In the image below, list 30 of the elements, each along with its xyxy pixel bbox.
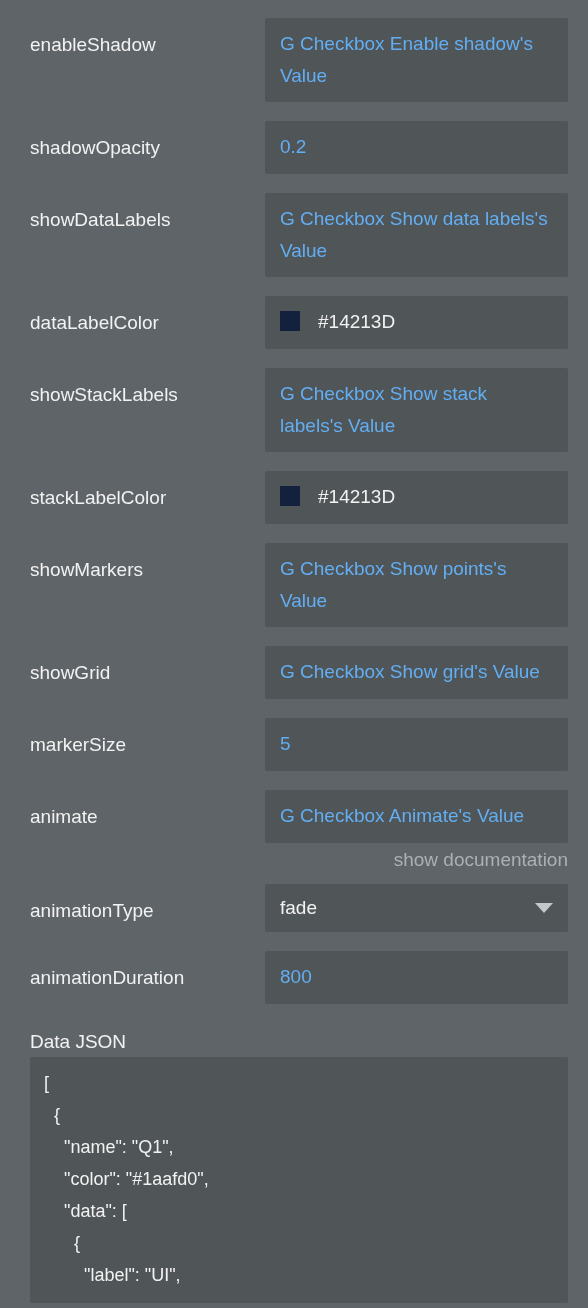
dropdown-field[interactable]: fade	[265, 884, 568, 932]
property-label: animationDuration	[30, 966, 186, 990]
property-label: showStackLabels	[30, 383, 179, 407]
property-label: animate	[30, 805, 99, 829]
value-field[interactable]: G Checkbox Show grid's Value	[265, 646, 568, 699]
value-field[interactable]: 0.2	[265, 121, 568, 174]
property-label: markerSize	[30, 733, 128, 757]
value-field[interactable]: 800	[265, 951, 568, 1004]
property-label: animationType	[30, 899, 155, 923]
color-swatch[interactable]	[280, 311, 300, 331]
value-field[interactable]: G Checkbox Show stack labels's Value	[265, 368, 568, 452]
property-label: shadowOpacity	[30, 136, 161, 160]
caret-icon	[535, 903, 553, 913]
property-label: enableShadow	[30, 33, 157, 57]
property-label: showMarkers	[30, 558, 144, 582]
value-field[interactable]: G Checkbox Show points's Value	[265, 543, 568, 627]
json-text-area[interactable]: [ { "name": "Q1", "color": "#1aafd0", "data": [ { "label": "UI",	[30, 1057, 568, 1303]
value-field[interactable]: G Checkbox Enable shadow's Value	[265, 18, 568, 102]
property-label: stackLabelColor	[30, 486, 168, 510]
value-field[interactable]: G Checkbox Show data labels's Value	[265, 193, 568, 277]
property-label: showDataLabels	[30, 208, 172, 232]
color-swatch[interactable]	[280, 486, 300, 506]
color-field[interactable]: #14213D	[265, 471, 568, 524]
value-field[interactable]: 5	[265, 718, 568, 771]
documentation-link[interactable]: show documentation	[30, 848, 568, 872]
property-label: dataLabelColor	[30, 311, 160, 335]
value-field[interactable]: G Checkbox Animate's Value	[265, 790, 568, 843]
property-label: showGrid	[30, 661, 112, 685]
color-field[interactable]: #14213D	[265, 296, 568, 349]
field-label: Data JSON	[30, 1030, 128, 1054]
